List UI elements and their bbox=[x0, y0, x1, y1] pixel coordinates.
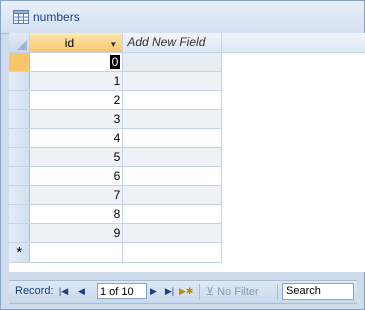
chevron-down-icon[interactable]: ▼ bbox=[109, 40, 117, 49]
record-selector[interactable] bbox=[9, 71, 31, 91]
record-selector[interactable] bbox=[9, 52, 31, 72]
id-value: 5 bbox=[113, 149, 121, 164]
previous-record-icon[interactable]: ◀ bbox=[75, 284, 88, 299]
record-selector[interactable] bbox=[9, 185, 31, 205]
window-titlebar: numbers bbox=[1, 1, 364, 34]
id-value: 8 bbox=[113, 206, 121, 221]
add-new-field-cell[interactable] bbox=[122, 90, 223, 110]
record-selector[interactable] bbox=[9, 166, 31, 186]
last-record-icon[interactable]: ▶| bbox=[163, 284, 176, 299]
empty-space bbox=[222, 52, 365, 71]
id-cell[interactable]: 0 bbox=[29, 52, 124, 72]
empty-space bbox=[222, 147, 365, 166]
next-record-icon[interactable]: ▶ bbox=[147, 284, 160, 299]
id-cell[interactable]: 4 bbox=[29, 128, 124, 148]
empty-space bbox=[222, 109, 365, 128]
id-value: 7 bbox=[113, 187, 121, 202]
column-header-add-new-field[interactable]: Add New Field bbox=[122, 33, 223, 53]
add-new-field-cell[interactable] bbox=[122, 204, 223, 224]
filter-icon: ⊻ bbox=[206, 286, 218, 298]
add-new-field-cell[interactable] bbox=[122, 166, 223, 186]
table-row[interactable]: 1 bbox=[9, 71, 365, 91]
table-icon bbox=[13, 10, 29, 24]
table-row[interactable]: 7 bbox=[9, 185, 365, 205]
empty-space bbox=[222, 71, 365, 90]
record-label: Record: bbox=[15, 285, 54, 297]
record-selector[interactable] bbox=[9, 128, 31, 148]
record-selector[interactable] bbox=[9, 90, 31, 110]
id-value: 3 bbox=[113, 111, 121, 126]
table-row[interactable]: 2 bbox=[9, 90, 365, 110]
id-cell[interactable]: 8 bbox=[29, 204, 124, 224]
id-cell[interactable]: 2 bbox=[29, 90, 124, 110]
add-new-field-cell[interactable] bbox=[122, 223, 223, 243]
new-record-row[interactable]: * bbox=[9, 242, 365, 263]
new-record-selector[interactable]: * bbox=[9, 242, 31, 263]
add-new-field-cell[interactable] bbox=[122, 128, 223, 148]
table-row[interactable]: 9 bbox=[9, 223, 365, 243]
add-new-field-cell[interactable] bbox=[122, 52, 223, 72]
data-table: id ▼ Add New Field 0 1 2 3 4 5 6 7 8 9 * bbox=[9, 33, 365, 263]
datasheet-grid[interactable]: id ▼ Add New Field 0 1 2 3 4 5 6 7 8 9 * bbox=[9, 33, 365, 272]
empty-space bbox=[222, 128, 365, 147]
record-navigation-bar: Record: |◀ ◀ 1 of 10 ▶ ▶| ▶✱ ⊻ No Filter… bbox=[9, 280, 357, 304]
add-new-field-cell[interactable] bbox=[122, 185, 223, 205]
record-selector[interactable] bbox=[9, 204, 31, 224]
new-record-add-cell[interactable] bbox=[122, 242, 223, 263]
empty-space bbox=[222, 223, 365, 242]
new-record-icon[interactable]: ▶✱ bbox=[179, 284, 193, 299]
table-row[interactable]: 3 bbox=[9, 109, 365, 129]
record-selector[interactable] bbox=[9, 147, 31, 167]
empty-header-space bbox=[221, 33, 365, 53]
table-row[interactable]: 5 bbox=[9, 147, 365, 167]
id-value: 0 bbox=[109, 54, 121, 69]
table-row[interactable]: 4 bbox=[9, 128, 365, 148]
record-position-input[interactable]: 1 of 10 bbox=[97, 283, 147, 299]
first-record-icon[interactable]: |◀ bbox=[57, 284, 70, 299]
column-header-label: id bbox=[64, 36, 75, 50]
window-title: numbers bbox=[33, 10, 80, 24]
select-all-corner[interactable] bbox=[9, 33, 31, 53]
id-cell[interactable]: 9 bbox=[29, 223, 124, 243]
id-value: 4 bbox=[113, 130, 121, 145]
id-cell[interactable]: 6 bbox=[29, 166, 124, 186]
add-new-field-cell[interactable] bbox=[122, 71, 223, 91]
id-value: 1 bbox=[113, 73, 121, 88]
empty-space bbox=[222, 90, 365, 109]
empty-space bbox=[222, 185, 365, 204]
table-row[interactable]: 0 bbox=[9, 52, 365, 72]
table-row[interactable]: 8 bbox=[9, 204, 365, 224]
id-cell[interactable]: 7 bbox=[29, 185, 124, 205]
add-new-field-cell[interactable] bbox=[122, 109, 223, 129]
filter-label: No Filter bbox=[217, 286, 259, 298]
record-selector[interactable] bbox=[9, 223, 31, 243]
table-row[interactable]: 6 bbox=[9, 166, 365, 186]
header-row: id ▼ Add New Field bbox=[9, 33, 365, 53]
search-input[interactable]: Search bbox=[282, 283, 354, 300]
separator bbox=[199, 284, 200, 300]
id-value: 2 bbox=[113, 92, 121, 107]
empty-space bbox=[222, 204, 365, 223]
add-new-field-cell[interactable] bbox=[122, 147, 223, 167]
new-record-id-cell[interactable] bbox=[29, 242, 124, 263]
id-cell[interactable]: 3 bbox=[29, 109, 124, 129]
empty-space bbox=[222, 242, 365, 262]
id-cell[interactable]: 5 bbox=[29, 147, 124, 167]
column-header-id[interactable]: id ▼ bbox=[29, 33, 124, 53]
id-value: 9 bbox=[113, 225, 121, 240]
record-selector[interactable] bbox=[9, 109, 31, 129]
no-filter-button[interactable]: ⊻ No Filter bbox=[206, 285, 259, 298]
id-value: 6 bbox=[113, 168, 121, 183]
empty-space bbox=[222, 166, 365, 185]
datasheet-window: numbers id ▼ Add New Field 0 1 2 3 4 5 6 7 8 9 * bbox=[0, 0, 365, 310]
separator bbox=[277, 284, 278, 300]
id-cell[interactable]: 1 bbox=[29, 71, 124, 91]
